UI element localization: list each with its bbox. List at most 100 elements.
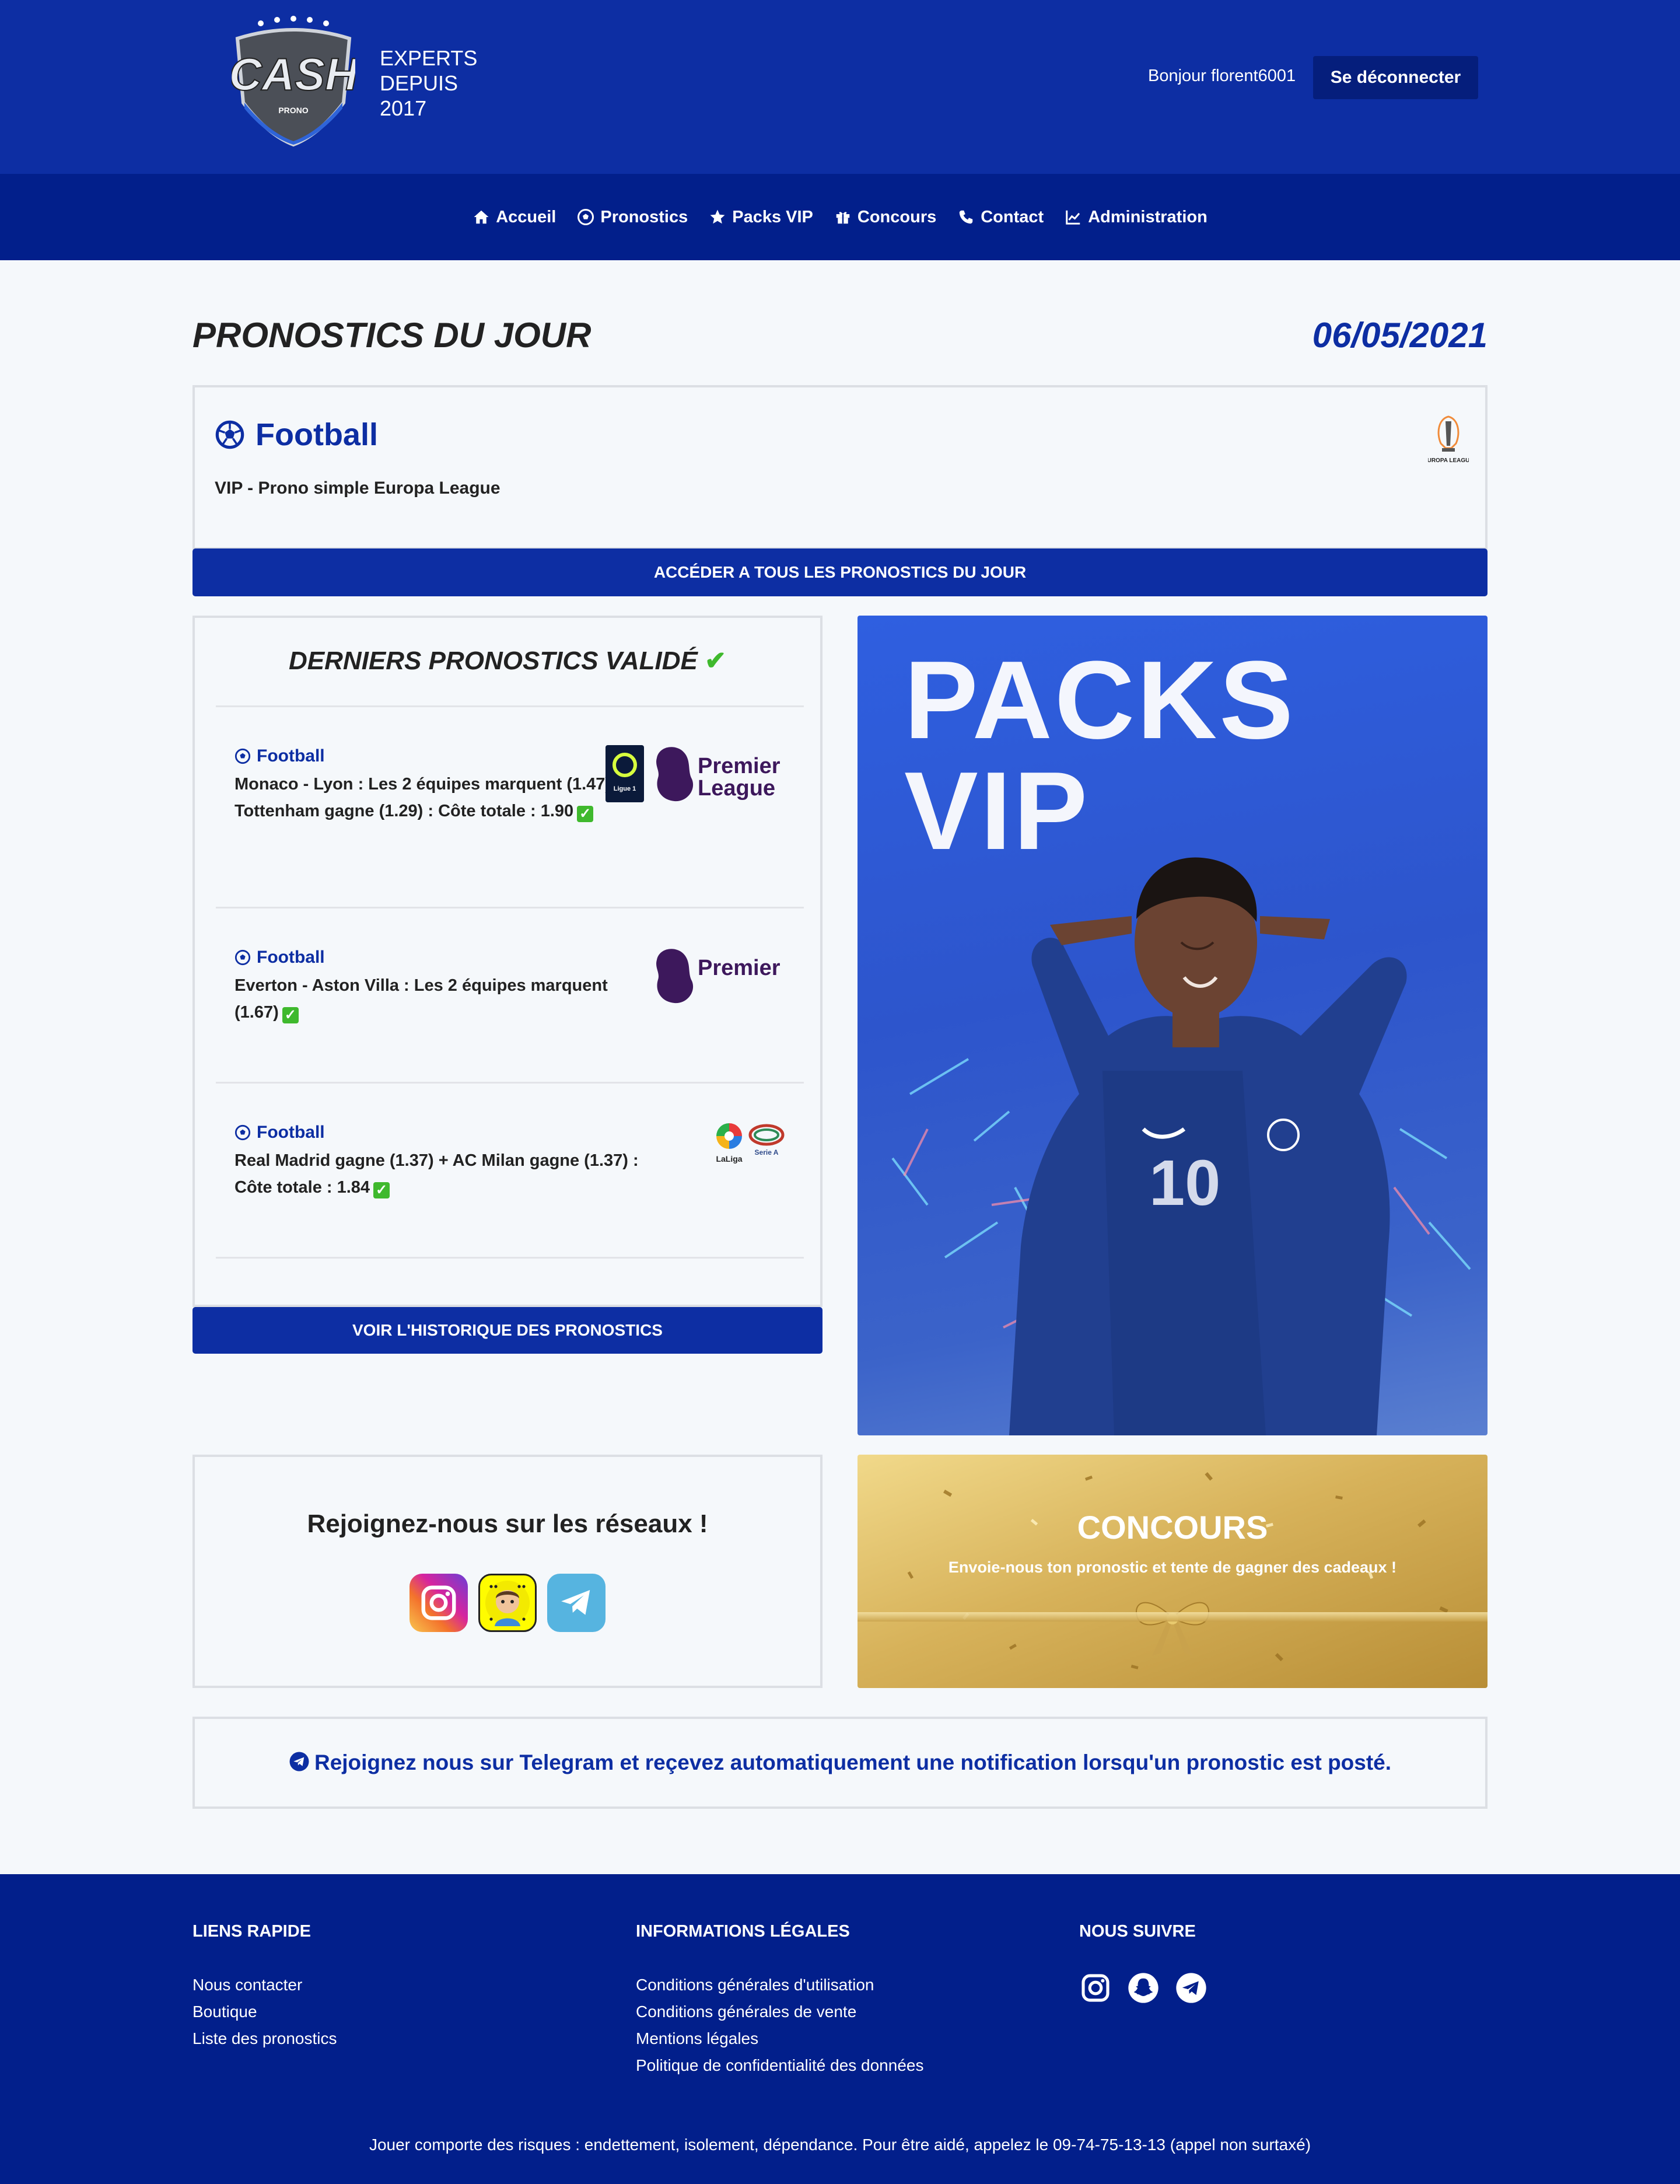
telegram-icon[interactable]	[1175, 1972, 1208, 2004]
social-icons	[195, 1574, 820, 1632]
user-greeting: Bonjour florent6001	[1148, 67, 1296, 85]
contest-subtitle: Envoie-nous ton pronostic et tente de ga…	[948, 1558, 1397, 1576]
svg-text:Premier League: Premier League	[698, 956, 786, 980]
nav-label: Concours	[857, 207, 937, 226]
soccer-ball-icon	[235, 949, 251, 966]
telegram-icon	[289, 1752, 309, 1771]
sport-name: Football	[256, 417, 378, 452]
today-pick-card[interactable]: Football VIP - Prono simple Europa Leagu…	[192, 385, 1488, 550]
footer-link-shop[interactable]: Boutique	[192, 1998, 337, 2025]
footer-quick-links: LIENS RAPIDE Nous contacter Boutique Lis…	[192, 1922, 337, 2052]
validated-pick-item[interactable]: Football Everton - Aston Villa : Les 2 é…	[235, 948, 643, 1026]
social-networks-card: Rejoignez-nous sur les réseaux !	[192, 1455, 822, 1688]
gift-icon	[836, 212, 850, 224]
divider	[216, 1257, 804, 1259]
divider	[216, 907, 804, 908]
social-title: Rejoignez-nous sur les réseaux !	[307, 1509, 708, 1538]
svg-text:Serie A: Serie A	[755, 1148, 779, 1156]
nav-packs-vip[interactable]: Packs VIP	[709, 208, 813, 227]
instagram-icon[interactable]	[1079, 1972, 1112, 2004]
nav-label: Administration	[1088, 207, 1208, 226]
contest-banner[interactable]: CONCOURS Envoie-nous ton pronostic et te…	[858, 1455, 1488, 1688]
pick-sport: Football	[235, 746, 643, 766]
pick-sport: Football	[235, 1123, 643, 1142]
all-today-picks-button[interactable]: ACCÉDER A TOUS LES PRONOSTICS DU JOUR	[192, 548, 1488, 596]
footer-link-contact[interactable]: Nous contacter	[192, 1972, 337, 1998]
nav-administration[interactable]: Administration	[1065, 208, 1208, 227]
pick-text: Everton - Aston Villa : Les 2 équipes ma…	[235, 976, 608, 1023]
today-pick-description: VIP - Prono simple Europa League	[215, 478, 501, 498]
footer-legal-links: INFORMATIONS LÉGALES Conditions générale…	[636, 1922, 923, 2079]
gambling-disclaimer: Jouer comporte des risques : endettement…	[369, 2136, 1311, 2154]
nav-accueil[interactable]: Accueil	[473, 208, 556, 227]
footer-link-cgv[interactable]: Conditions générales de vente	[636, 1998, 923, 2025]
nav-contact[interactable]: Contact	[957, 208, 1044, 227]
contest-title: CONCOURS	[1077, 1509, 1268, 1546]
svg-text:CASH: CASH	[232, 48, 355, 100]
svg-text:Ligue 1: Ligue 1	[614, 785, 636, 792]
chart-icon	[1066, 210, 1080, 225]
validated-pick-item[interactable]: Football Monaco - Lyon : Les 2 équipes m…	[235, 746, 643, 824]
svg-text:League: League	[698, 776, 775, 801]
footer-heading: INFORMATIONS LÉGALES	[636, 1922, 850, 1941]
tagline: EXPERTS DEPUIS 2017	[380, 46, 478, 120]
footer-heading: NOUS SUIVRE	[1079, 1922, 1196, 1941]
star-icon	[710, 209, 725, 224]
pick-sport: Football	[235, 948, 643, 967]
footer-link-legal-notice[interactable]: Mentions légales	[636, 2025, 923, 2052]
telegram-icon[interactable]	[547, 1574, 606, 1632]
home-icon	[474, 210, 489, 224]
soccer-ball-icon	[235, 1124, 251, 1141]
footer-follow: NOUS SUIVRE	[1079, 1922, 1208, 2004]
footer-link-picks-list[interactable]: Liste des pronostics	[192, 2025, 337, 2052]
divider	[216, 705, 804, 707]
pick-text: Monaco - Lyon : Les 2 équipes marquent (…	[235, 775, 626, 822]
instagram-icon[interactable]	[410, 1574, 468, 1632]
svg-text:PRONO: PRONO	[278, 106, 308, 115]
footer-link-privacy[interactable]: Politique de confidentialité des données	[636, 2052, 923, 2079]
validated-pick-item[interactable]: Football Real Madrid gagne (1.37) + AC M…	[235, 1123, 643, 1201]
pick-text: Real Madrid gagne (1.37) + AC Milan gagn…	[235, 1151, 639, 1198]
nav-label: Pronostics	[600, 207, 688, 226]
svg-text:EUROPA LEAGUE: EUROPA LEAGUE	[1428, 457, 1469, 464]
top-header: CASH PRONO EXPERTS DEPUIS 2017 Bonjour f…	[0, 0, 1680, 174]
nav-label: Accueil	[496, 207, 556, 226]
packs-vip-banner[interactable]: 10 PACKS VIP	[858, 616, 1488, 1435]
packs-vip-text: PACKS VIP	[904, 638, 1296, 873]
soccer-ball-icon	[235, 748, 251, 764]
footer-social-icons	[1079, 1972, 1208, 2004]
history-button[interactable]: VOIR L'HISTORIQUE DES PRONOSTICS	[192, 1307, 822, 1354]
site-logo[interactable]: CASH PRONO	[232, 15, 355, 147]
telegram-notice-text: Rejoignez nous sur Telegram et reçevez a…	[286, 1749, 1394, 1776]
snapchat-icon[interactable]	[478, 1574, 537, 1632]
validated-picks-card: DERNIERS PRONOSTICS VALIDÉ ✔ Football Mo…	[192, 616, 822, 1307]
svg-text:10: 10	[1149, 1147, 1220, 1219]
nav-label: Contact	[981, 207, 1044, 226]
snapchat-icon[interactable]	[1127, 1972, 1160, 2004]
validated-check-icon: ✓	[373, 1182, 390, 1198]
page-date: 06/05/2021	[1312, 316, 1488, 355]
league-logos: Ligue 1 Premier League	[606, 745, 780, 802]
phone-icon	[959, 210, 973, 224]
footer-heading: LIENS RAPIDE	[192, 1922, 312, 1941]
logout-button[interactable]: Se déconnecter	[1313, 56, 1478, 99]
validated-check-icon: ✓	[577, 806, 594, 822]
footer-link-cgu[interactable]: Conditions générales d'utilisation	[636, 1972, 923, 1998]
nav-concours[interactable]: Concours	[834, 208, 936, 227]
nav-pronostics[interactable]: Pronostics	[577, 208, 688, 227]
telegram-notice[interactable]: Rejoignez nous sur Telegram et reçevez a…	[192, 1717, 1488, 1809]
divider	[216, 1082, 804, 1084]
footer: LIENS RAPIDE Nous contacter Boutique Lis…	[0, 1874, 1680, 2184]
main-navbar: Accueil Pronostics Packs VIP Concours Co…	[0, 174, 1680, 260]
validated-picks-title: DERNIERS PRONOSTICS VALIDÉ ✔	[289, 647, 726, 675]
validated-check-icon: ✓	[282, 1007, 299, 1023]
ribbon	[858, 1612, 1488, 1622]
page-title: PRONOSTICS DU JOUR	[192, 316, 592, 355]
league-logos: LaLiga Serie A	[716, 1123, 785, 1163]
svg-text:Premier: Premier	[698, 754, 780, 778]
soccer-ball-icon	[578, 209, 594, 225]
nav-label: Packs VIP	[732, 207, 813, 226]
svg-text:LaLiga: LaLiga	[716, 1154, 742, 1163]
sport-heading: Football	[215, 417, 378, 453]
check-icon: ✔	[705, 647, 726, 675]
